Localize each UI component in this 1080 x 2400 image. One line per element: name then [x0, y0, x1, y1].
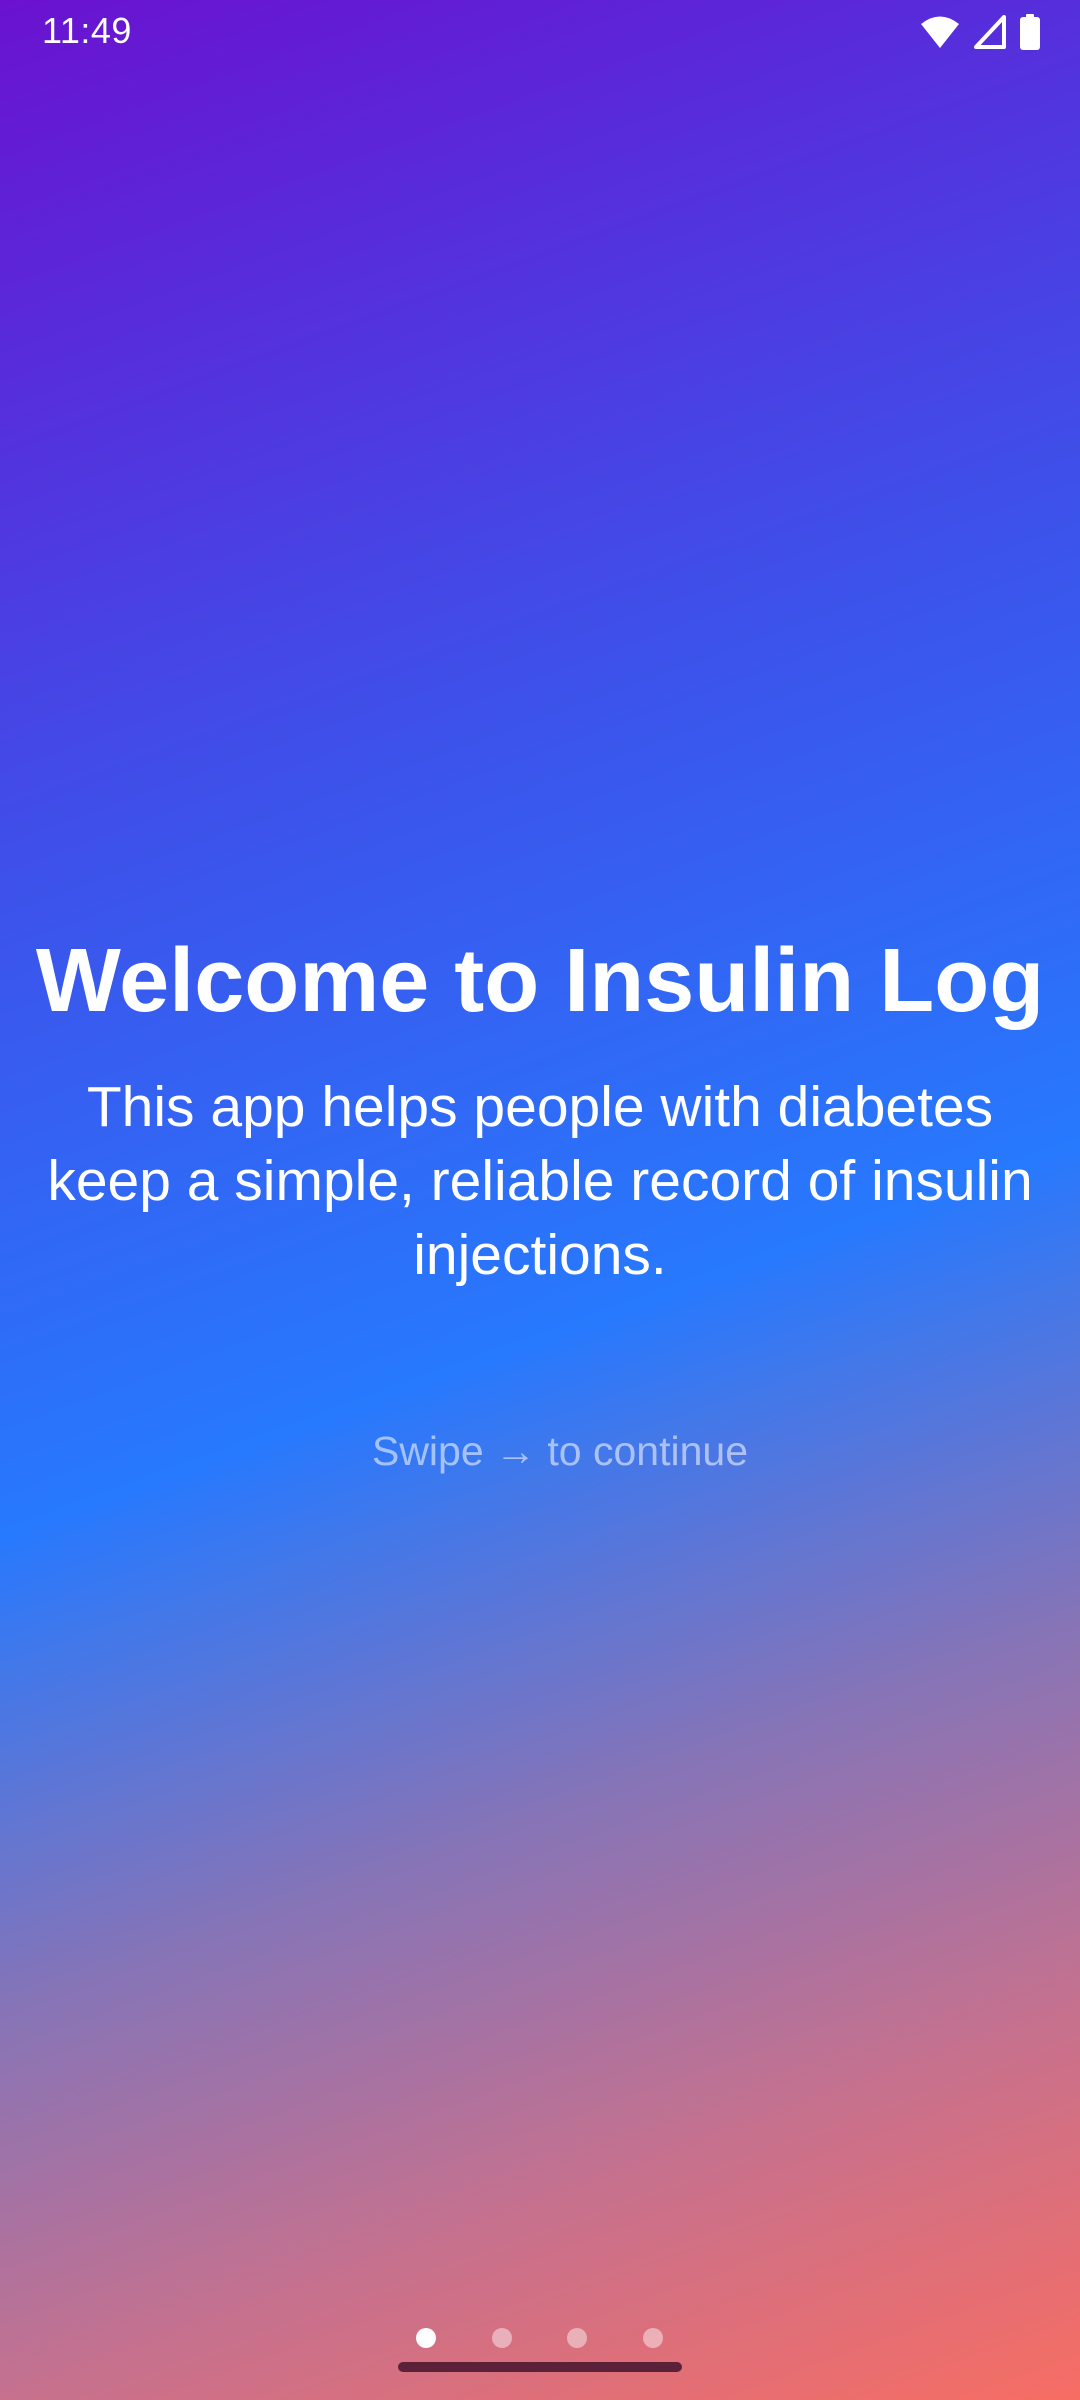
page-dot-3[interactable] — [567, 2328, 587, 2348]
status-bar: 11:49 — [0, 0, 1080, 64]
page-dot-2[interactable] — [492, 2328, 512, 2348]
intro-description: This app helps people with diabetes keep… — [47, 1075, 1033, 1287]
page-indicator[interactable] — [0, 2326, 1080, 2350]
cellular-signal-icon — [974, 15, 1006, 49]
battery-icon — [1020, 14, 1040, 50]
home-indicator[interactable] — [398, 2362, 682, 2372]
page-title: Welcome to Insulin Log — [35, 931, 1045, 1031]
page-dot-1[interactable] — [416, 2328, 436, 2348]
wifi-icon — [920, 15, 960, 49]
swipe-hint: Swipe → to continue — [371, 1428, 749, 1474]
page-dot-4[interactable] — [643, 2328, 663, 2348]
status-time: 11:49 — [42, 10, 132, 51]
onboarding-screen[interactable]: 11:49 Welcome to Insulin Log This app he… — [0, 0, 1080, 2400]
status-icons — [920, 12, 1040, 52]
